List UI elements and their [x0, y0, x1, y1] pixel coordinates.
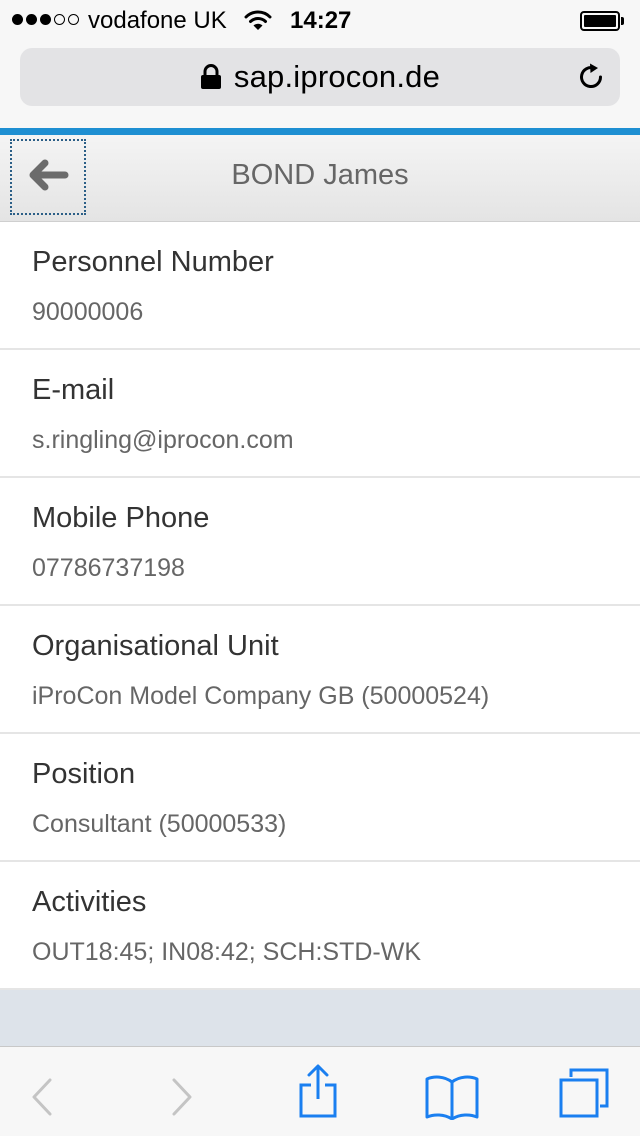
employee-detail-list: Personnel Number 90000006 E-mail s.ringl…: [0, 222, 640, 990]
field-label: E-mail: [32, 374, 115, 406]
app-top-accent-band: [0, 128, 640, 135]
page-title: BOND James: [231, 159, 409, 191]
field-value: s.ringling@iprocon.com: [32, 426, 294, 454]
signal-dot: [40, 14, 51, 25]
url-field[interactable]: sap.iprocon.de: [20, 48, 620, 106]
page-background-area: [0, 990, 640, 1046]
status-bar: vodafone UK 14:27: [0, 0, 640, 40]
field-label: Personnel Number: [32, 246, 274, 278]
field-value: 07786737198: [32, 554, 185, 582]
detail-item-personnel-number: Personnel Number 90000006: [0, 222, 640, 350]
field-label: Activities: [32, 886, 147, 918]
signal-dot: [12, 14, 23, 25]
field-value: OUT18:45; IN08:42; SCH:STD-WK: [32, 938, 422, 966]
share-icon[interactable]: [290, 1061, 346, 1121]
field-label: Organisational Unit: [32, 630, 279, 662]
url-text: sap.iprocon.de: [233, 59, 441, 94]
detail-item-mobile-phone: Mobile Phone 07786737198: [0, 478, 640, 606]
field-value: 90000006: [32, 298, 144, 326]
chevron-left-icon[interactable]: [14, 1069, 70, 1125]
carrier-name: vodafone UK: [88, 7, 227, 34]
detail-item-organisational-unit: Organisational Unit iProCon Model Compan…: [0, 606, 640, 734]
signal-strength-indicator: [12, 14, 79, 25]
reload-icon[interactable]: [576, 62, 606, 92]
signal-dot: [26, 14, 37, 25]
book-icon[interactable]: [422, 1069, 482, 1125]
battery-icon: [580, 11, 626, 31]
browser-address-bar: sap.iprocon.de: [0, 40, 640, 128]
lock-icon: [200, 64, 222, 90]
tabs-icon[interactable]: [556, 1065, 612, 1121]
detail-item-position: Position Consultant (50000533): [0, 734, 640, 862]
field-value: iProCon Model Company GB (50000524): [32, 682, 490, 710]
field-label: Mobile Phone: [32, 502, 210, 534]
app-header: BOND James: [0, 135, 640, 222]
status-time: 14:27: [290, 7, 352, 34]
detail-item-email: E-mail s.ringling@iprocon.com: [0, 350, 640, 478]
field-label: Position: [32, 758, 136, 790]
wifi-icon: [244, 9, 272, 36]
detail-item-activities: Activities OUT18:45; IN08:42; SCH:STD-WK: [0, 862, 640, 990]
browser-toolbar: [0, 1046, 640, 1136]
signal-dot: [54, 14, 65, 25]
signal-dot: [68, 14, 79, 25]
chevron-right-icon[interactable]: [154, 1069, 210, 1125]
field-value: Consultant (50000533): [32, 810, 287, 838]
